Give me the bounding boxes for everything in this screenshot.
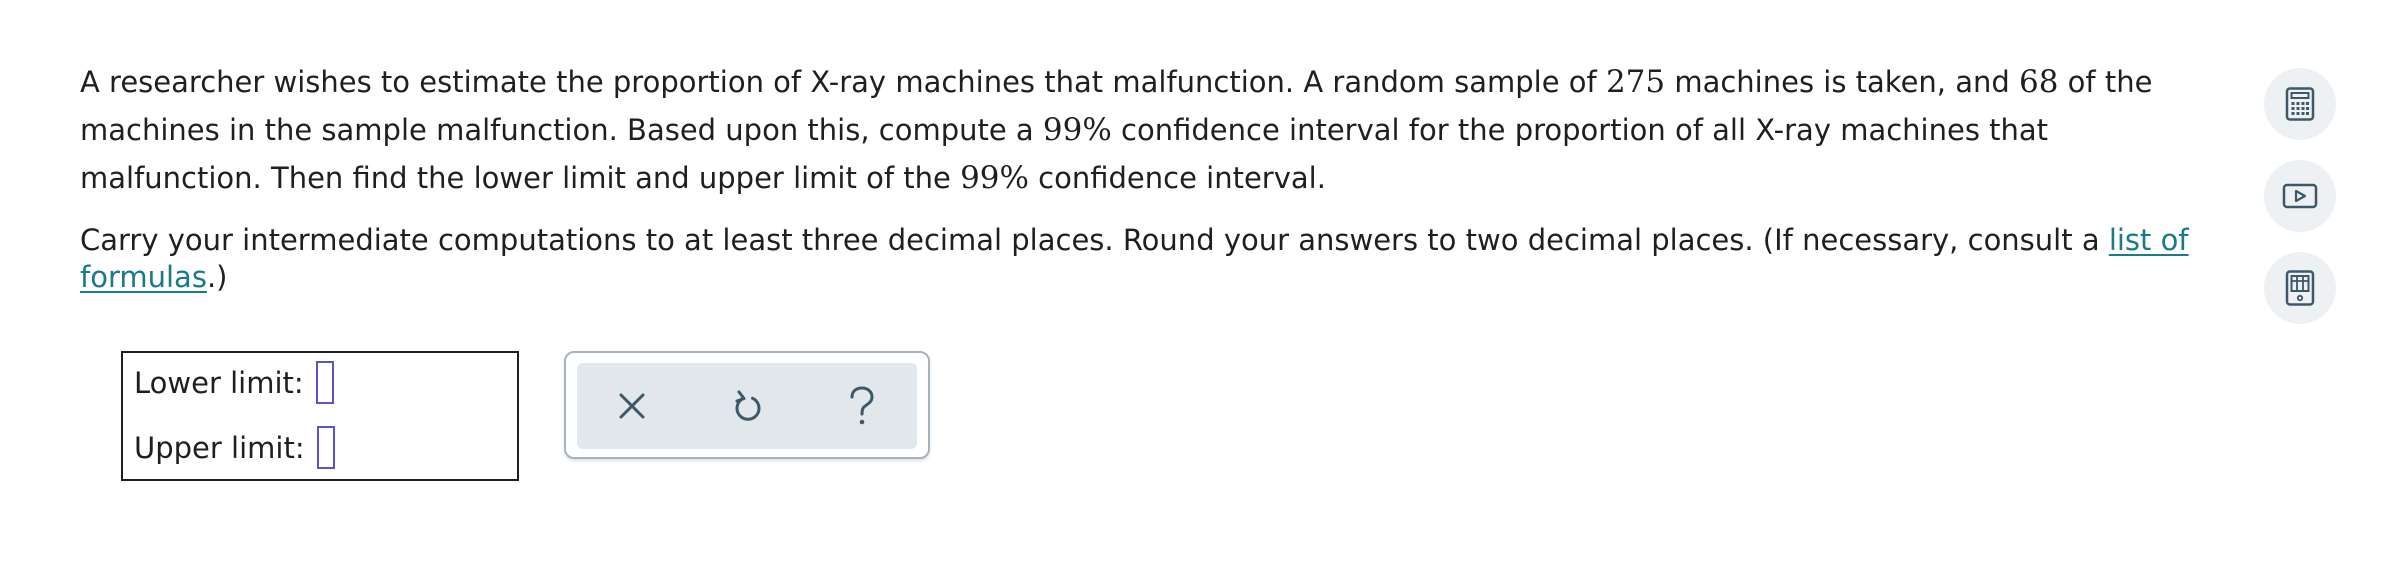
help-icon — [850, 386, 874, 425]
confidence-level-value: 99% — [960, 160, 1029, 196]
help-button[interactable] — [822, 363, 902, 449]
undo-button[interactable] — [708, 363, 788, 449]
question-text-part: confidence interval. — [1028, 161, 1326, 195]
upper-limit-row: Upper limit: — [134, 426, 335, 469]
data-table-icon — [2285, 270, 2315, 306]
answer-box: Lower limit: Upper limit: — [121, 351, 519, 481]
instructions-text: Carry your intermediate computations to … — [80, 223, 2109, 257]
calculator-button[interactable] — [2264, 68, 2336, 140]
video-icon — [2282, 183, 2318, 209]
close-icon — [619, 393, 645, 419]
question-text-part: A researcher wishes to estimate the prop… — [80, 65, 1606, 99]
malfunction-count-value: 68 — [2019, 64, 2059, 100]
upper-limit-label: Upper limit: — [134, 430, 305, 465]
instructions-tail: .) — [206, 260, 228, 294]
undo-icon — [735, 390, 761, 421]
sample-size-value: 275 — [1605, 64, 1666, 100]
video-button[interactable] — [2264, 160, 2336, 232]
calculator-icon — [2285, 87, 2315, 121]
lower-limit-row: Lower limit: — [134, 361, 334, 404]
data-table-button[interactable] — [2264, 252, 2336, 324]
lower-limit-label: Lower limit: — [134, 365, 304, 400]
question-page: A researcher wishes to estimate the prop… — [0, 0, 2388, 583]
question-paragraph: A researcher wishes to estimate the prop… — [80, 58, 2220, 202]
lower-limit-input[interactable] — [315, 361, 334, 404]
clear-button[interactable] — [592, 363, 672, 449]
question-text: A researcher wishes to estimate the prop… — [80, 58, 2220, 296]
answer-tools-bar — [577, 363, 917, 449]
answer-tools-panel — [564, 351, 930, 459]
confidence-level-value: 99% — [1042, 112, 1112, 148]
instructions-paragraph: Carry your intermediate computations to … — [80, 222, 2220, 296]
upper-limit-input[interactable] — [316, 426, 335, 469]
question-text-part: machines is taken, and — [1665, 65, 2019, 99]
